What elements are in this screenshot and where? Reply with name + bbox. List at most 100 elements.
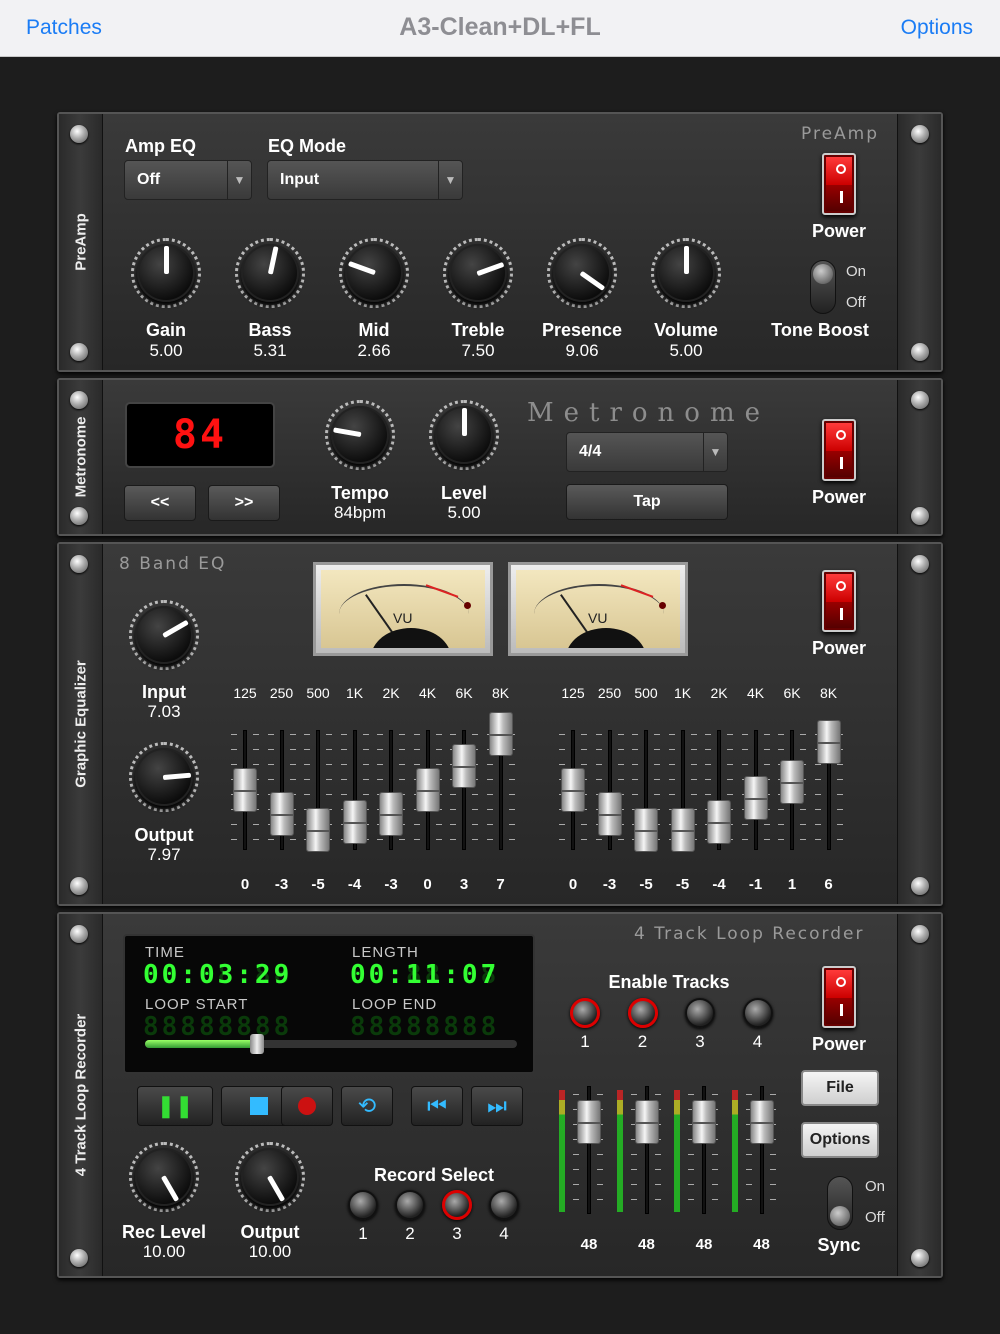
rack-ear-right: [897, 914, 941, 1276]
right-eq-slider-1K[interactable]: [670, 808, 695, 852]
right-eq-slider-6K[interactable]: [780, 760, 804, 804]
fader-tick: [688, 1094, 694, 1095]
eq-tick: [326, 794, 332, 795]
rack-ear-right: [897, 114, 941, 370]
eq-tick: [800, 839, 806, 840]
looper-output-knob[interactable]: [235, 1142, 305, 1212]
tempo-decrease-button[interactable]: <<: [124, 485, 196, 521]
eq-tick: [508, 809, 515, 810]
mid-knob[interactable]: [339, 238, 409, 308]
left-eq-slider-6K[interactable]: [452, 744, 476, 788]
eq-mode-select[interactable]: Input ▼: [267, 160, 463, 200]
eq-tick: [727, 794, 733, 795]
left-eq-slider-125[interactable]: [233, 768, 257, 812]
eq-output-knob[interactable]: [129, 742, 199, 812]
eq-tick: [705, 779, 711, 780]
gain-knob[interactable]: [131, 238, 201, 308]
loop-progress-thumb[interactable]: [249, 1034, 264, 1054]
record-button[interactable]: [281, 1086, 333, 1126]
preamp-power-switch[interactable]: [822, 153, 856, 215]
options-button[interactable]: Options: [901, 16, 973, 40]
left-eq-slider-2K[interactable]: [379, 792, 403, 836]
eq-tick: [253, 824, 259, 825]
left-eq-slider-8K[interactable]: [488, 712, 513, 756]
fader-tick: [712, 1169, 718, 1170]
record-select-1-button[interactable]: [348, 1190, 378, 1220]
right-eq-freq-label: 125: [561, 685, 585, 701]
presence-knob[interactable]: [547, 238, 617, 308]
enable-track-1-button[interactable]: [570, 998, 600, 1028]
volume-knob[interactable]: [651, 238, 721, 308]
eq-tick: [836, 764, 843, 765]
eq-tick: [399, 839, 405, 840]
right-eq-slider-500[interactable]: [634, 808, 658, 852]
left-eq-slider-1K[interactable]: [342, 800, 367, 844]
bass-knob[interactable]: [235, 238, 305, 308]
eq-tick: [727, 734, 733, 735]
right-eq-freq-label: 1K: [673, 685, 692, 701]
track-3-fader[interactable]: [692, 1100, 716, 1144]
metronome-power-switch[interactable]: [822, 419, 856, 481]
sync-toggle[interactable]: [827, 1176, 853, 1230]
fader-tick: [654, 1169, 661, 1170]
track-1-fader[interactable]: [577, 1100, 601, 1144]
eq-tick: [778, 824, 784, 825]
eq-tick: [595, 734, 602, 735]
rewind-button[interactable]: ⏮: [411, 1086, 463, 1126]
pause-button[interactable]: ❚❚: [137, 1086, 213, 1126]
eq-tick: [778, 839, 784, 840]
mid-value: 2.66: [357, 341, 391, 360]
eq-tick: [326, 779, 332, 780]
level-knob[interactable]: [429, 400, 499, 470]
rack-ear-left: 4 Track Loop Recorder: [59, 914, 103, 1276]
right-eq-slider-4K[interactable]: [743, 776, 768, 820]
record-select-4-button[interactable]: [489, 1190, 519, 1220]
eq-output-label: Output: [134, 825, 194, 845]
enable-track-3-button[interactable]: [685, 998, 715, 1028]
eq-tick: [814, 839, 821, 840]
eq-tick: [632, 749, 638, 750]
fader-tick: [769, 1199, 776, 1200]
loop-progress-track[interactable]: [145, 1034, 517, 1054]
eq-input-label: Input: [142, 682, 186, 702]
preamp-power-label: Power: [811, 221, 867, 241]
looper-options-button[interactable]: Options: [801, 1122, 879, 1158]
left-eq-gain-label: -5: [311, 876, 325, 893]
left-eq-slider-4K[interactable]: [415, 768, 440, 812]
right-eq-slider-2K[interactable]: [707, 800, 731, 844]
eq-tick: [581, 824, 587, 825]
amp-eq-select[interactable]: Off ▼: [124, 160, 252, 200]
eq-power-switch[interactable]: [822, 570, 856, 632]
left-eq-slider-500[interactable]: [306, 808, 330, 852]
enable-track-4-button[interactable]: [742, 998, 773, 1028]
tempo-knob[interactable]: [325, 400, 395, 470]
rec-level-knob[interactable]: [129, 1142, 199, 1212]
stop-icon: [250, 1097, 268, 1115]
left-eq-slider-250[interactable]: [269, 792, 294, 836]
enable-track-2-button[interactable]: [627, 998, 658, 1028]
loop-button[interactable]: ⟲: [341, 1086, 393, 1126]
eq-tick: [508, 794, 515, 795]
treble-knob[interactable]: [443, 238, 513, 308]
eq-input-knob[interactable]: [129, 600, 199, 670]
record-select-3-button[interactable]: [442, 1190, 472, 1220]
record-select-2-button[interactable]: [395, 1190, 425, 1220]
looper-power-switch[interactable]: [822, 966, 856, 1028]
screw-icon: [911, 391, 929, 409]
tap-button[interactable]: Tap: [566, 484, 728, 520]
eq-tick: [289, 839, 296, 840]
right-eq-slider-8K[interactable]: [816, 720, 841, 764]
tone-boost-toggle[interactable]: [810, 260, 836, 314]
right-eq-freq-label: 500: [634, 685, 658, 701]
looper-power-label: Power: [811, 1034, 867, 1054]
tempo-increase-button[interactable]: >>: [208, 485, 280, 521]
file-button[interactable]: File: [801, 1070, 879, 1106]
time-signature-select[interactable]: 4/4 ▼: [566, 432, 728, 472]
right-eq-slider-250[interactable]: [597, 792, 622, 836]
track-4-fader[interactable]: [749, 1100, 774, 1144]
track-2-fader[interactable]: [634, 1100, 659, 1144]
eq-tick: [690, 764, 697, 765]
forward-button[interactable]: ⏭: [471, 1086, 523, 1126]
eq-tick: [340, 779, 347, 780]
right-eq-slider-125[interactable]: [561, 768, 585, 812]
